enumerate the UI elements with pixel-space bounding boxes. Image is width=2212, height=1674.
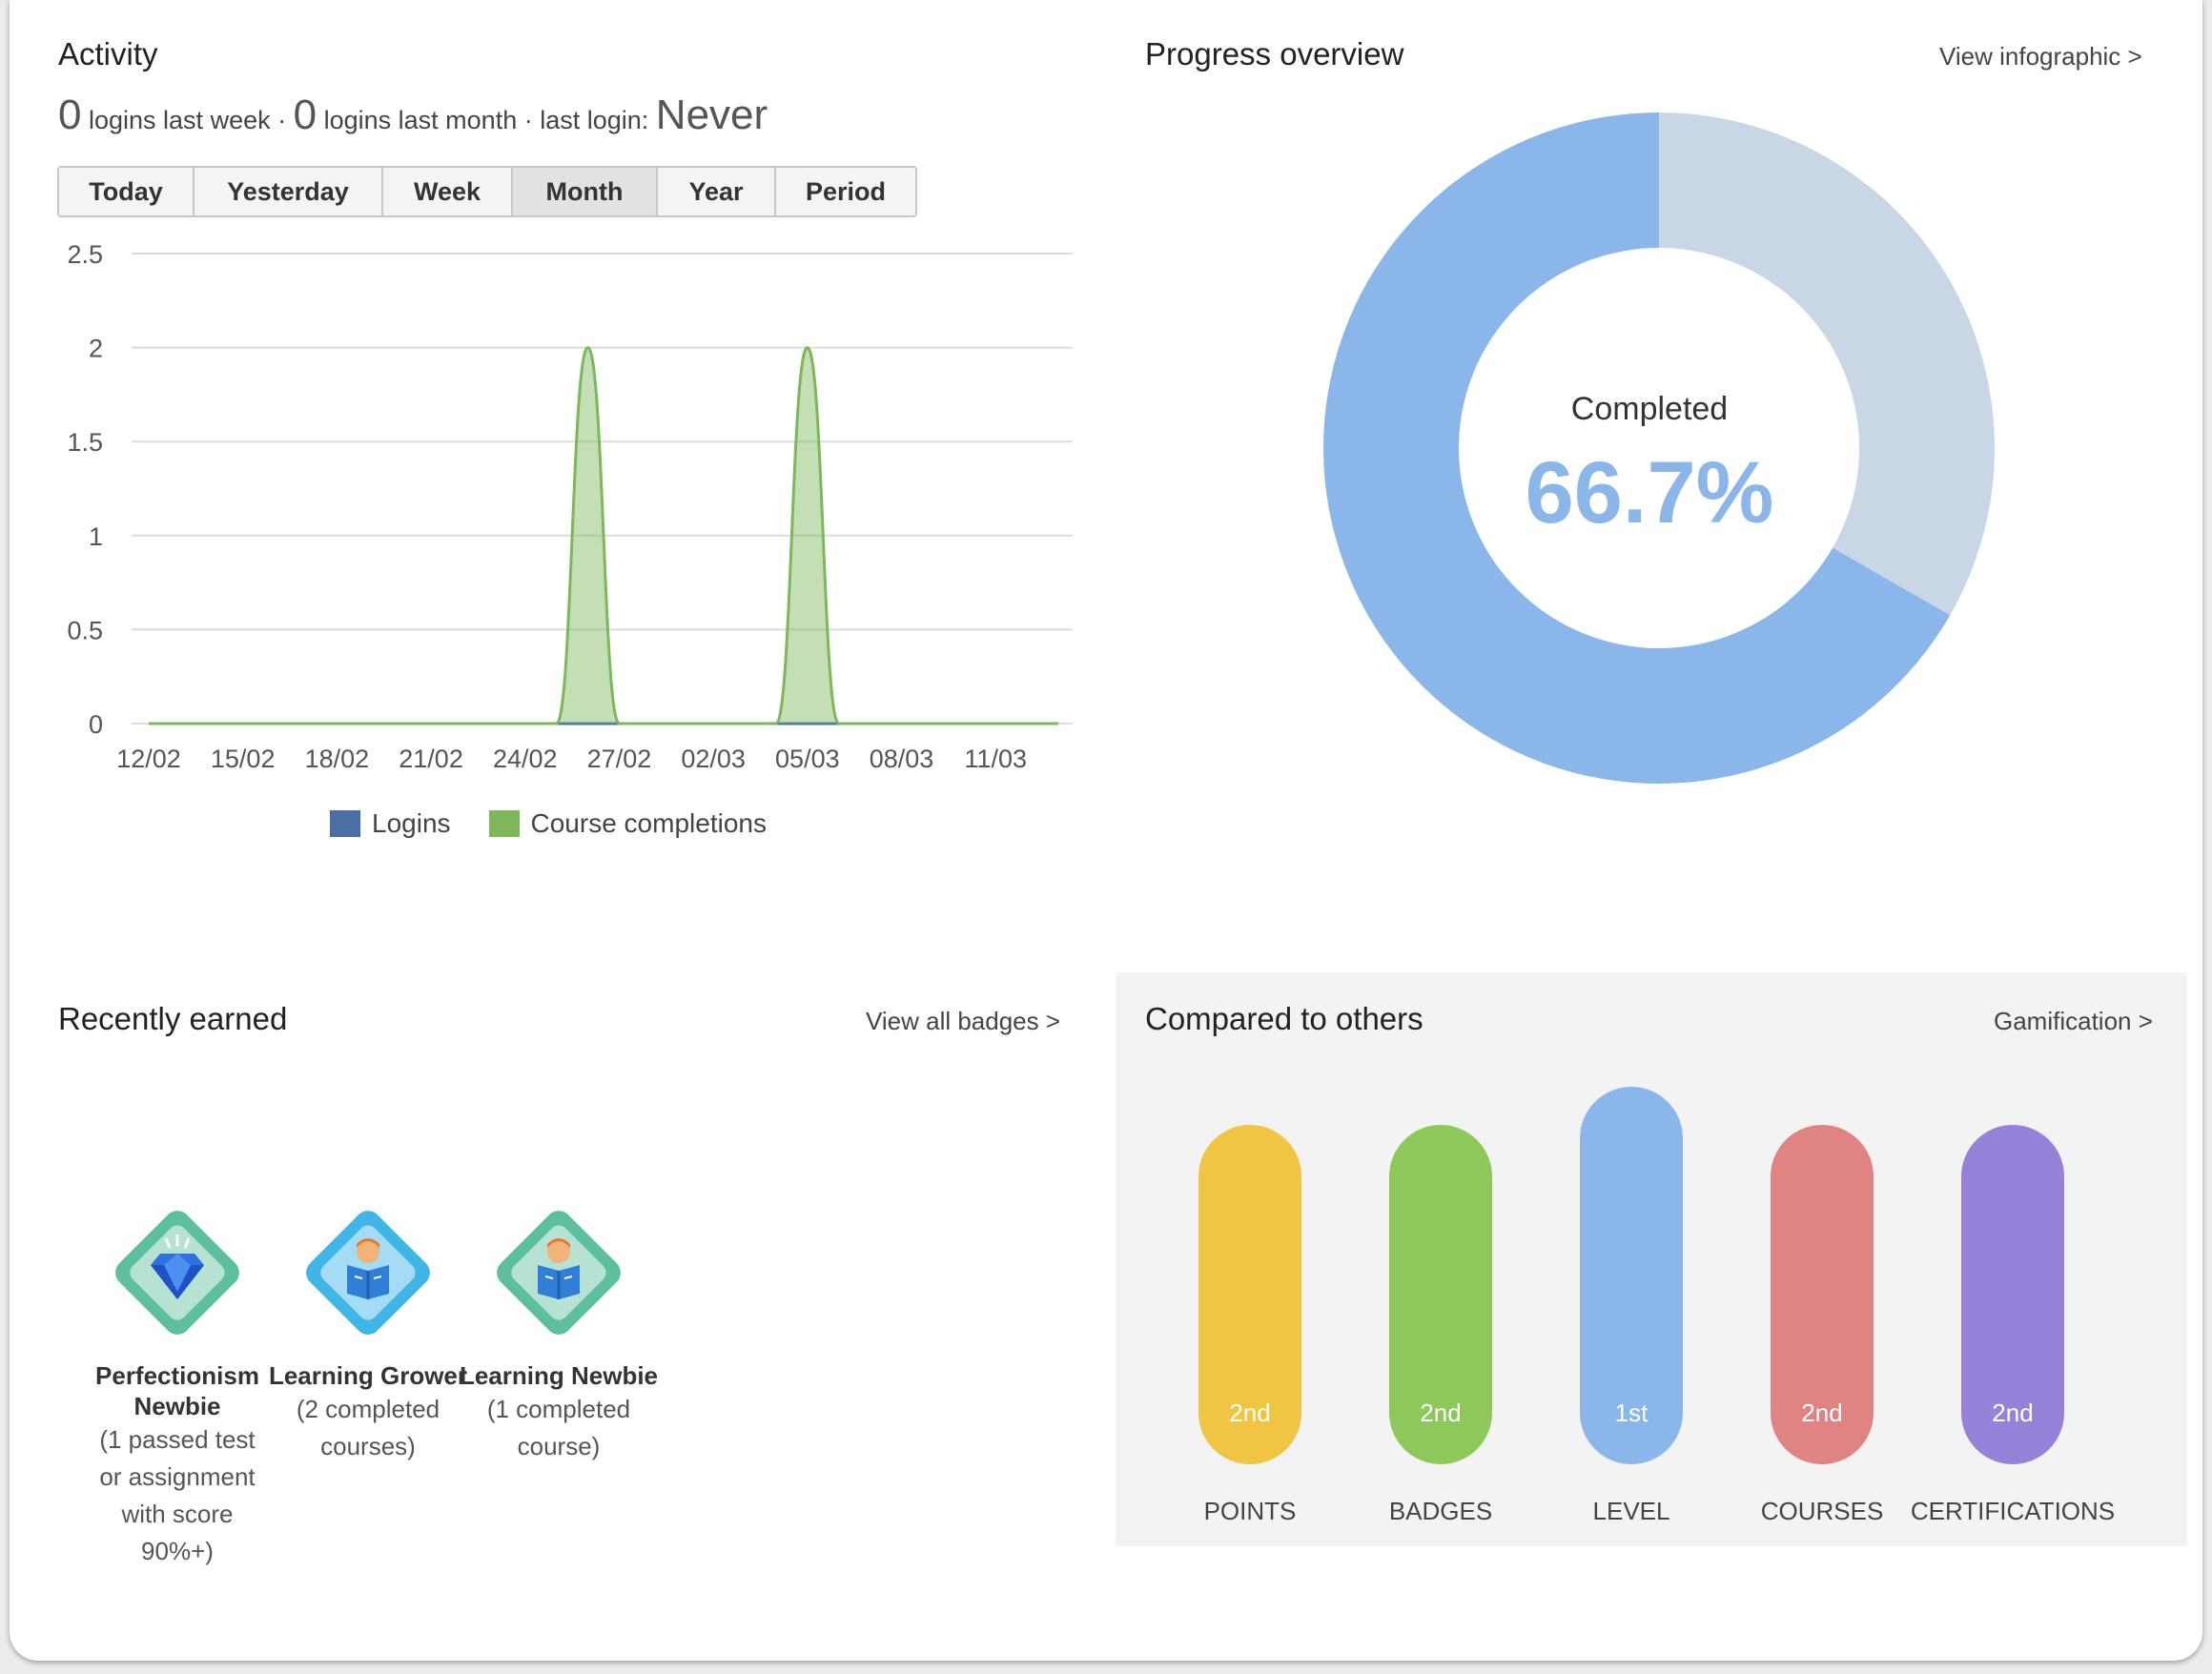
period-period-button[interactable]: Period	[776, 168, 915, 215]
x-tick-label: 12/02	[116, 745, 181, 773]
y-tick-label: 2	[89, 335, 103, 363]
x-tick-label: 05/03	[775, 745, 840, 773]
y-tick-label: 0.5	[67, 616, 103, 644]
x-tick-label: 08/03	[870, 745, 934, 773]
diamond-gem-icon	[115, 1211, 239, 1335]
view-all-badges-link[interactable]: View all badges >	[866, 1007, 1060, 1036]
view-infographic-link[interactable]: View infographic >	[1939, 42, 2142, 71]
legend-logins-label: Logins	[372, 808, 451, 838]
period-month-button[interactable]: Month	[513, 168, 658, 215]
gamification-link[interactable]: Gamification >	[1994, 1007, 2153, 1036]
compare-pill-level: 1st	[1580, 1087, 1683, 1464]
activity-title: Activity	[58, 36, 158, 71]
progress-title: Progress overview	[1145, 36, 1404, 71]
compare-pill-certifications: 2nd	[1961, 1125, 2064, 1464]
compare-title: Compared to others	[1145, 1001, 1423, 1036]
donut-center-value: 66.7%	[1525, 444, 1774, 541]
logins-last-month-count: 0	[293, 92, 317, 138]
badges-rank: 2nd	[1420, 1398, 1462, 1427]
badge-description: (2 completed courses)	[296, 1395, 440, 1460]
legend-completions-swatch	[488, 810, 520, 837]
compare-pill-badges: 2nd	[1389, 1125, 1492, 1464]
x-tick-label: 21/02	[399, 745, 463, 773]
badge-description: (1 completed course)	[486, 1395, 631, 1460]
period-today-button[interactable]: Today	[59, 168, 195, 215]
certifications-rank: 2nd	[1992, 1398, 2034, 1427]
period-yesterday-button[interactable]: Yesterday	[195, 168, 383, 215]
compare-panel: Compared to others Gamification > 2nd 2n…	[1116, 972, 2187, 1546]
badge-description: (1 passed test or assignment with score …	[99, 1425, 256, 1565]
legend-logins[interactable]: Logins	[330, 808, 451, 839]
compare-pill-points: 2nd	[1198, 1125, 1301, 1464]
legend-logins-swatch	[330, 810, 360, 837]
courses-rank: 2nd	[1801, 1398, 1843, 1427]
legend-course-completions[interactable]: Course completions	[488, 808, 767, 839]
dashboard-card: Activity 0 logins last week · 0 logins l…	[10, 0, 2202, 1661]
certifications-label: CERTIFICATIONS	[1910, 1497, 2116, 1525]
y-tick-label: 0	[89, 710, 103, 739]
compare-pill-courses: 2nd	[1771, 1125, 1874, 1464]
x-tick-label: 15/02	[211, 745, 276, 773]
chart-legend: Logins Course completions	[330, 808, 767, 839]
period-week-button[interactable]: Week	[383, 168, 513, 215]
legend-completions-label: Course completions	[530, 808, 767, 838]
x-tick-label: 24/02	[493, 745, 558, 773]
donut-center-label: Completed	[1570, 391, 1729, 427]
x-tick-label: 18/02	[305, 745, 370, 773]
x-tick-label: 02/03	[681, 745, 746, 773]
level-rank: 1st	[1614, 1398, 1649, 1427]
period-year-button[interactable]: Year	[658, 168, 776, 215]
activity-chart: 2.5 2 1.5 1 0.5 0 12/02 15/02 18/02 21/02 24/02 27/…	[67, 240, 1073, 773]
x-tick-label: 27/02	[587, 745, 652, 773]
login-stats: 0 logins last week · 0 logins last month…	[58, 92, 768, 139]
x-tick-label: 11/03	[964, 745, 1027, 773]
badge-title: Learning Grower	[268, 1361, 468, 1390]
logins-last-month-label: logins last month · last login:	[323, 106, 649, 134]
reader-book-icon	[306, 1211, 430, 1335]
recently-earned-title: Recently earned	[58, 1001, 288, 1036]
reader-book-icon	[497, 1211, 621, 1335]
y-tick-label: 1.5	[67, 428, 103, 457]
badge-title: Learning Newbie	[459, 1361, 659, 1390]
badge-title: Perfectionism Newbie	[95, 1361, 259, 1420]
y-tick-label: 2.5	[67, 240, 103, 269]
period-selector: Today Yesterday Week Month Year Period	[57, 166, 917, 217]
last-login-value: Never	[655, 92, 768, 138]
badge-card[interactable]: Learning Grower (2 completed courses)	[268, 1196, 468, 1465]
badge-card[interactable]: Perfectionism Newbie (1 passed test or a…	[77, 1196, 277, 1570]
logins-last-week-label: logins last week ·	[89, 106, 287, 134]
logins-last-week-count: 0	[58, 92, 82, 138]
y-tick-label: 1	[89, 522, 103, 551]
points-rank: 2nd	[1229, 1398, 1271, 1427]
badge-card[interactable]: Learning Newbie (1 completed course)	[459, 1196, 659, 1465]
